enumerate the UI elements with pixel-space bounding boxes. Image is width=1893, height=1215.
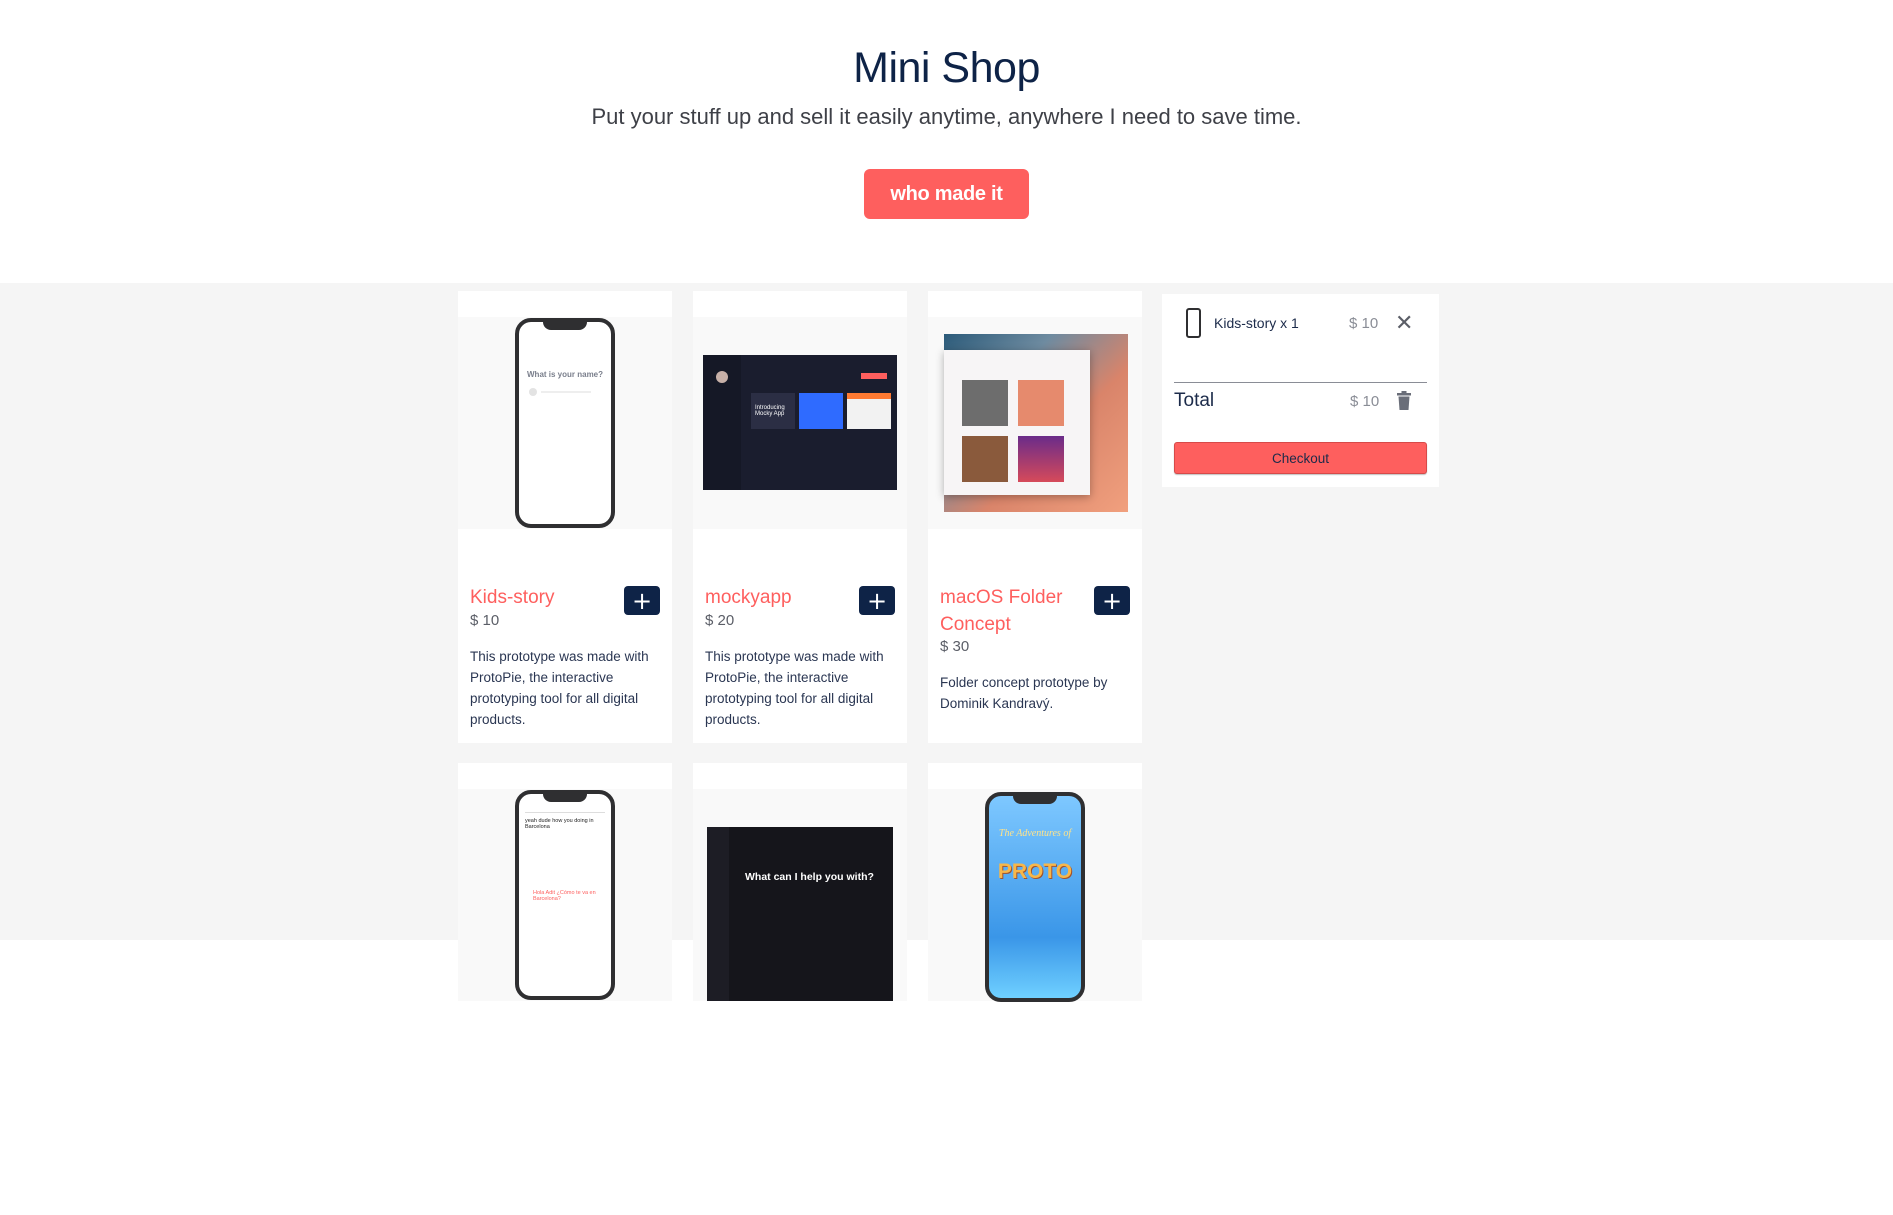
cart-item-row: Kids-story x 1 $ 10 ✕ — [1174, 308, 1427, 338]
product-card: What is your name? Kids-story $ 10 + Thi… — [458, 291, 672, 743]
add-to-cart-button[interactable]: + — [859, 586, 895, 615]
product-card: yeah dude how you doing in Barcelona Hol… — [458, 763, 672, 1215]
cart-total-row: Total $ 10 — [1174, 390, 1427, 412]
product-price: $ 10 — [470, 612, 500, 629]
close-icon[interactable]: ✕ — [1395, 311, 1413, 336]
cart-item-thumbnail — [1186, 308, 1201, 338]
screenshot-sidebar — [707, 827, 729, 1001]
folder-thumb — [962, 436, 1008, 482]
screenshot-button — [861, 373, 887, 379]
chat-header-line — [525, 812, 605, 813]
screenshot-orange-card — [847, 393, 891, 429]
phone-mockup: The Adventures of PROTO — [985, 792, 1085, 1002]
cart-divider — [1174, 382, 1427, 383]
product-description: This prototype was made with ProtoPie, t… — [470, 649, 649, 727]
app-screenshot: Introducing Mocky App — [703, 355, 897, 490]
image-field-icon — [529, 388, 537, 396]
product-description: Folder concept prototype by Dominik Kand… — [940, 675, 1108, 711]
product-description: This prototype was made with ProtoPie, t… — [705, 649, 884, 727]
page-subtitle: Put your stuff up and sell it easily any… — [591, 104, 1302, 129]
add-to-cart-button[interactable]: + — [1094, 586, 1130, 615]
product-image: Introducing Mocky App — [693, 317, 907, 529]
product-card: macOS Folder Concept $ 30 + Folder conce… — [928, 291, 1142, 743]
image-caption: What can I help you with? — [745, 871, 874, 883]
phone-mockup: yeah dude how you doing in Barcelona Hol… — [515, 790, 615, 1000]
image-caption: The Adventures of — [998, 828, 1072, 839]
product-name[interactable]: mockyapp — [705, 584, 850, 611]
product-card: Introducing Mocky App mockyapp $ 20 + Th… — [693, 291, 907, 743]
product-image: yeah dude how you doing in Barcelona Hol… — [458, 789, 672, 1001]
cart-panel: Kids-story x 1 $ 10 ✕ Total $ 10 Checkou… — [1162, 294, 1439, 487]
product-image — [928, 317, 1142, 529]
cart-item-label: Kids-story x 1 — [1214, 315, 1299, 331]
who-made-it-button[interactable]: who made it — [864, 169, 1029, 219]
product-name[interactable]: macOS Folder Concept — [940, 584, 1085, 638]
folder-window — [944, 350, 1090, 495]
folder-thumb — [1018, 436, 1064, 482]
image-field-line — [541, 391, 591, 393]
screenshot-hero-card: Introducing Mocky App — [751, 393, 795, 429]
product-image: What can I help you with? — [693, 789, 907, 1001]
product-price: $ 30 — [940, 638, 970, 655]
product-card: The Adventures of PROTO — [928, 763, 1142, 1215]
page-title: Mini Shop — [853, 44, 1040, 92]
cart-total-label: Total — [1174, 390, 1215, 411]
product-image: What is your name? — [458, 317, 672, 529]
hero: Mini Shop Put your stuff up and sell it … — [0, 0, 1893, 283]
folder-thumb — [1018, 380, 1064, 426]
trash-icon[interactable] — [1396, 391, 1412, 411]
folder-screenshot — [944, 334, 1128, 512]
image-caption: Hola Adit ¿Cómo te va en Barcelona? — [533, 890, 596, 902]
cart-item-price: $ 10 — [1349, 314, 1379, 332]
image-caption: PROTO — [997, 860, 1073, 883]
product-grid: What is your name? Kids-story $ 10 + Thi… — [458, 291, 1142, 1215]
add-to-cart-button[interactable]: + — [624, 586, 660, 615]
product-price: $ 20 — [705, 612, 735, 629]
product-image: The Adventures of PROTO — [928, 789, 1142, 1002]
product-name[interactable]: Kids-story — [470, 584, 615, 611]
folder-thumb — [962, 380, 1008, 426]
product-card: What can I help you with? — [693, 763, 907, 1215]
phone-mockup: What is your name? — [515, 318, 615, 528]
screenshot-avatar — [716, 371, 728, 383]
image-caption: yeah dude how you doing in Barcelona — [525, 818, 594, 830]
shop-area: What is your name? Kids-story $ 10 + Thi… — [0, 283, 1893, 1215]
screenshot-blue-card — [799, 393, 843, 429]
app-screenshot: What can I help you with? — [707, 827, 893, 1001]
checkout-button[interactable]: Checkout — [1174, 442, 1427, 474]
cart-total-value: $ 10 — [1350, 392, 1380, 410]
image-caption: What is your name? — [527, 370, 604, 379]
